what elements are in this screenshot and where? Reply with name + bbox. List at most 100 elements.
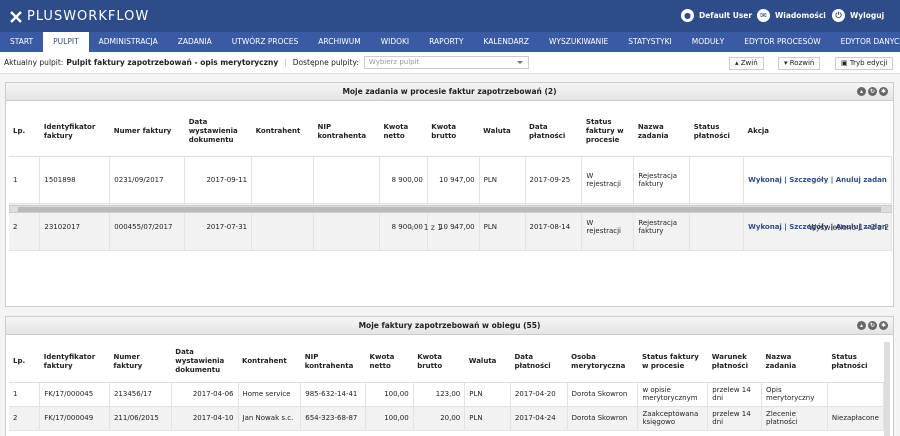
table-cell: 1 xyxy=(9,382,41,407)
column-header[interactable]: Nazwa zadania xyxy=(633,108,690,157)
nav-item-13[interactable]: EDYTOR DANYCH xyxy=(831,32,900,52)
nav-item-12[interactable]: EDYTOR PROCESÓW xyxy=(734,32,830,52)
collapse-button[interactable]: ▴ Zwiń xyxy=(729,57,764,70)
top-bar: PLUSWORKFLOW ● Default User ✉ Wiadomości ⏻… xyxy=(0,0,900,32)
column-header[interactable]: NIP kontrahenta xyxy=(313,108,380,157)
column-header[interactable]: Identyfikator faktury xyxy=(39,108,110,157)
table-cell: Niezapłacone xyxy=(827,406,885,431)
nav-item-10[interactable]: STATYSTYKI xyxy=(618,32,682,52)
nav-item-9[interactable]: WYSZUKIWANIE xyxy=(539,32,618,52)
messages-link[interactable]: ✉ Wiadomości xyxy=(757,9,826,22)
horizontal-scrollbar[interactable] xyxy=(9,205,892,213)
pulpit-select[interactable]: Wybierz pulpit xyxy=(363,56,529,69)
my-tasks-panel: Moje zadania w procesie faktur zapotrzeb… xyxy=(5,82,894,307)
column-header[interactable]: Kontrahent xyxy=(251,108,314,157)
page-indicator: 1 z 1 xyxy=(423,223,443,232)
nav-item-2[interactable]: ADMINISTRACJA xyxy=(89,32,168,52)
my-invoices-panel: Moje faktury zapotrzebowań w obiegu (55)… xyxy=(5,316,894,436)
column-header[interactable]: Akcja xyxy=(743,108,892,157)
expand-button[interactable]: ▾ Rozwiń xyxy=(778,57,821,70)
refresh-icon[interactable]: ↻ xyxy=(868,321,877,330)
column-header[interactable]: Numer faktury xyxy=(109,108,185,157)
column-header[interactable]: Status faktury w procesie xyxy=(581,108,634,157)
table-cell: 10 947,00 xyxy=(427,156,480,204)
column-header[interactable]: Kwota brutto xyxy=(427,108,480,157)
panel-header: Moje faktury zapotrzebowań w obiegu (55)… xyxy=(6,317,893,335)
prev-page-icon[interactable]: ‹ xyxy=(418,223,421,232)
expand-label: Rozwiń xyxy=(789,59,815,67)
user-link[interactable]: ● Default User xyxy=(681,9,752,22)
app-logo[interactable]: PLUSWORKFLOW xyxy=(10,9,149,24)
column-header[interactable]: Kontrahent xyxy=(238,342,301,383)
column-header[interactable]: NIP kontrahenta xyxy=(300,342,366,383)
up-icon[interactable]: ▴ xyxy=(857,321,866,330)
table-row[interactable]: 2 FK/17/000049 211/06/2015 2017-04-10 Jan No… xyxy=(9,406,885,431)
column-header[interactable]: Osoba merytoryczna xyxy=(567,342,638,383)
table-cell: 2017-04-06 xyxy=(171,382,239,407)
column-header[interactable]: Kwota netto xyxy=(379,108,428,157)
edit-label: Tryb edycji xyxy=(849,59,888,67)
edit-icon: ▣ xyxy=(841,59,850,67)
column-header[interactable]: Waluta xyxy=(479,108,526,157)
table-cell: 213456/17 xyxy=(109,382,172,407)
messages-label: Wiadomości xyxy=(775,11,826,20)
table-row[interactable]: 1 FK/17/000045 213456/17 2017-04-06 Home ser… xyxy=(9,382,885,407)
available-pulpits-label: Dostępne pulpity: xyxy=(292,58,359,67)
settings-icon[interactable]: ✱ xyxy=(879,87,888,96)
next-page-icon[interactable]: › xyxy=(444,223,447,232)
nav-item-8[interactable]: KALENDARZ xyxy=(473,32,539,52)
user-icon: ● xyxy=(681,9,694,22)
table-cell: PLN xyxy=(464,382,511,407)
table-cell xyxy=(827,382,885,407)
table-cell: FK/17/000049 xyxy=(39,406,110,431)
column-header[interactable]: Waluta xyxy=(464,342,511,383)
settings-icon[interactable]: ✱ xyxy=(879,321,888,330)
column-header[interactable]: Warunek płatności xyxy=(707,342,762,383)
nav-item-5[interactable]: ARCHIWUM xyxy=(308,32,370,52)
column-header[interactable]: Status płatności xyxy=(827,342,884,383)
nav-item-4[interactable]: UTWÓRZ PROCES xyxy=(222,32,309,52)
column-header[interactable]: Data płatności xyxy=(510,342,568,383)
vertical-scrollbar[interactable] xyxy=(884,342,890,436)
last-page-icon[interactable]: » xyxy=(452,223,457,232)
table-cell: Dorota Skowron xyxy=(567,406,639,431)
edit-mode-button[interactable]: ▣ Tryb edycji xyxy=(835,57,894,70)
column-header[interactable]: Nazwa zadania xyxy=(761,342,828,383)
column-header[interactable]: Data wystawienia dokumentu xyxy=(184,108,252,157)
column-header[interactable]: Lp. xyxy=(9,342,40,383)
nav-item-11[interactable]: MODUŁY xyxy=(682,32,734,52)
column-header[interactable]: Numer faktury xyxy=(109,342,172,383)
column-header[interactable]: Kwota brutto xyxy=(413,342,465,383)
shown-count: Wyświetlono 1 - 2 z 2 xyxy=(808,223,889,232)
table-cell: Zaakceptowana księgowo xyxy=(637,406,709,431)
column-header[interactable]: Data wystawienia dokumentu xyxy=(171,342,239,383)
table-cell: przelew 14 dni xyxy=(707,382,763,407)
table-cell: 8 900,00 xyxy=(379,156,428,204)
column-header[interactable]: Status faktury w procesie xyxy=(637,342,708,383)
column-header[interactable]: Identyfikator faktury xyxy=(39,342,110,383)
nav-item-0[interactable]: START xyxy=(0,32,43,52)
table-cell: Home service xyxy=(238,382,302,407)
table-row[interactable]: 1 1501898 0231/09/2017 2017-09-11 8 900,00 10… xyxy=(9,156,892,204)
column-header[interactable]: Data płatności xyxy=(525,108,582,157)
table-cell[interactable]: Wykonaj | Szczegóły | Anuluj zadan xyxy=(743,156,892,204)
first-page-icon[interactable]: « xyxy=(409,223,414,232)
column-header[interactable]: Kwota netto xyxy=(365,342,414,383)
nav-item-6[interactable]: WIDOKI xyxy=(371,32,419,52)
table-cell: Rejestracja faktury xyxy=(633,156,691,204)
refresh-icon[interactable]: ↻ xyxy=(868,87,877,96)
nav-item-3[interactable]: ZADANIA xyxy=(168,32,222,52)
mail-icon: ✉ xyxy=(757,9,770,22)
logout-link[interactable]: ⏻ Wyloguj xyxy=(832,9,884,22)
nav-item-7[interactable]: RAPORTY xyxy=(419,32,473,52)
table-cell: w opisie merytorycznym xyxy=(637,382,709,407)
main-nav: START PULPIT ADMINISTRACJA ZADANIA UTWÓRZ PR… xyxy=(0,32,900,52)
table-cell: FK/17/000045 xyxy=(39,382,110,407)
table-cell: przelew 14 dni xyxy=(707,406,763,431)
pulpit-bar: Aktualny pulpit: Pulpit faktury zapotrze… xyxy=(0,52,900,74)
nav-item-1[interactable]: PULPIT xyxy=(43,32,89,52)
column-header[interactable]: Lp. xyxy=(9,108,40,157)
up-icon[interactable]: ▴ xyxy=(857,87,866,96)
column-header[interactable]: Status płatności xyxy=(689,108,744,157)
panel-header: Moje zadania w procesie faktur zapotrzeb… xyxy=(6,83,893,101)
